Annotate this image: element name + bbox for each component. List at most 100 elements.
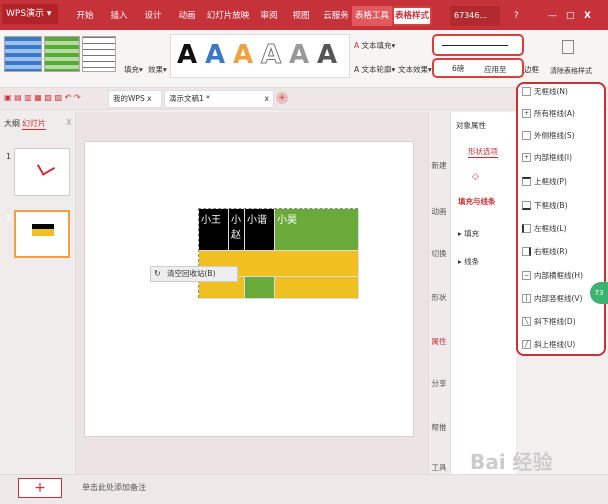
properties-title[interactable]: 对象属性 (456, 120, 486, 131)
text-fill-button[interactable]: A 文本填充▾ (354, 40, 395, 51)
tab-view[interactable]: 视图 (286, 6, 316, 26)
menu-item-outside-borders[interactable]: 外侧框线(S) (520, 126, 604, 146)
recycle-icon: ↻ (154, 269, 161, 278)
menu-item-all-borders[interactable]: + 所有框线(A) (520, 104, 604, 124)
wordart-blue[interactable]: A (200, 36, 230, 74)
fill-and-line-label[interactable]: 填充与线条 (458, 196, 496, 207)
wordart-outline[interactable]: A (256, 36, 286, 74)
context-menu-item[interactable]: ↻ 清空回收站(B) (150, 266, 238, 282)
menu-item-inside-borders[interactable]: + 内部框线(I) (520, 148, 604, 168)
effect-label: 效果 (148, 65, 163, 74)
quick-access-toolbar[interactable]: ▣ ▤ ▥ ▦ ▧ ▨ ↶ ↷ (4, 93, 104, 105)
my-wps-label: 我的WPS (113, 94, 145, 103)
menu-item-label: 无框线(N) (534, 87, 568, 96)
border-button[interactable]: 边框 (524, 64, 539, 75)
close-icon[interactable]: x (147, 94, 151, 103)
app-menu-button[interactable]: WPS演示 ▾ (2, 4, 58, 24)
clear-style-icon (562, 40, 574, 54)
maximize-button[interactable]: □ (566, 6, 580, 26)
table-cell[interactable] (275, 277, 359, 299)
right-border-icon (522, 247, 531, 256)
table-header-cell[interactable]: 小王 (199, 209, 229, 251)
clear-style-button[interactable]: 清除表格样式 (550, 66, 592, 76)
table-style-blue[interactable] (4, 36, 42, 72)
tab-table-tools[interactable]: 表格工具 (352, 6, 392, 26)
watermark: Bai 经验 (470, 450, 553, 474)
tab-table-style[interactable]: 表格样式 (392, 6, 432, 26)
help-button[interactable]: ? (514, 6, 528, 26)
line-width-select[interactable]: 6磅 (432, 58, 524, 78)
tab-outline[interactable]: 大纲 (4, 118, 20, 129)
menu-item-diagonal-up[interactable]: ╱ 斜上框线(U) (520, 335, 604, 355)
fill-button[interactable]: 填充▾ (124, 64, 143, 75)
close-icon[interactable]: X (66, 118, 71, 127)
menu-item-bottom-border[interactable]: 下框线(B) (520, 196, 604, 216)
menu-item-label: 斜上框线(U) (534, 340, 576, 349)
notes-placeholder[interactable]: 单击此处添加备注 (82, 482, 146, 493)
tab-presentation[interactable]: 演示文稿1 * x (164, 90, 274, 108)
table-header-cell[interactable]: 小谐 (245, 209, 275, 251)
tab-design[interactable]: 设计 (138, 6, 168, 26)
wordart-gray[interactable]: A (284, 36, 314, 74)
tab-slideshow[interactable]: 幻灯片放映 (204, 6, 252, 26)
table-style-plain[interactable] (82, 36, 116, 72)
tool-transition[interactable]: 切换 (430, 248, 448, 259)
tab-animation[interactable]: 动画 (172, 6, 202, 26)
close-button[interactable]: X (584, 6, 602, 26)
table-cell[interactable] (245, 277, 275, 299)
table[interactable]: 小王 小赵 小谐 小昊 (198, 208, 359, 299)
menu-item-left-border[interactable]: 左框线(L) (520, 219, 604, 239)
add-slide-button[interactable]: + (18, 478, 62, 498)
tab-review[interactable]: 审阅 (254, 6, 284, 26)
menu-item-label: 右框线(R) (534, 247, 568, 256)
tab-cloud[interactable]: 云服务 (318, 6, 354, 26)
menu-item-inside-horizontal[interactable]: − 内部横框线(H) (520, 266, 604, 286)
floating-badge[interactable]: 73 (590, 282, 608, 304)
table-header-cell[interactable]: 小赵 (229, 209, 245, 251)
tool-recommend[interactable]: 帮推 (430, 422, 448, 433)
line-section[interactable]: ▸ 线条 (458, 256, 479, 267)
wordart-orange[interactable]: A (228, 36, 258, 74)
effect-button[interactable]: 效果▾ (148, 64, 167, 75)
inside-borders-icon: + (522, 153, 531, 162)
text-effect-button[interactable]: 文本效果▾ (398, 64, 432, 75)
new-tab-button[interactable]: + (276, 92, 288, 104)
diagonal-up-icon: ╱ (522, 340, 531, 349)
tool-animation[interactable]: 动画 (430, 206, 448, 217)
account-button[interactable]: 67346... (450, 6, 500, 26)
menu-item-no-border[interactable]: 无框线(N) (520, 82, 604, 102)
tab-shape-options[interactable]: 形状选项 (468, 146, 498, 158)
line-section-label: 线条 (464, 257, 480, 266)
close-icon[interactable]: x (265, 91, 269, 107)
context-label: 清空回收站(B) (167, 269, 216, 278)
slide-thumbnail-1[interactable] (14, 148, 70, 196)
slide-thumbnail-2[interactable] (14, 210, 70, 258)
tab-home[interactable]: 开始 (70, 6, 100, 26)
tool-properties[interactable]: 属性 (430, 336, 448, 347)
table-preview (32, 224, 54, 236)
tool-tools[interactable]: 工具 (430, 462, 448, 473)
text-effect-label: 文本效果 (398, 65, 428, 74)
menu-item-label: 内部竖框线(V) (534, 294, 583, 303)
tool-share[interactable]: 分享 (430, 378, 448, 389)
minimize-button[interactable]: — (548, 6, 562, 26)
arrow-shape (36, 158, 56, 176)
text-outline-button[interactable]: A 文本轮廓▾ (354, 64, 395, 75)
menu-item-diagonal-down[interactable]: ╲ 斜下框线(D) (520, 312, 604, 332)
tab-insert[interactable]: 插入 (104, 6, 134, 26)
menu-item-label: 内部框线(I) (534, 153, 573, 162)
wordart-black[interactable]: A (172, 36, 202, 74)
tool-new[interactable]: 新建 (430, 160, 448, 171)
tab-slides[interactable]: 幻灯片 (22, 118, 46, 130)
fill-section[interactable]: ▸ 填充 (458, 228, 479, 239)
tab-my-wps[interactable]: 我的WPS x (108, 90, 162, 108)
wordart-dark[interactable]: A (312, 36, 342, 74)
menu-item-label: 内部横框线(H) (534, 271, 583, 280)
tool-shape[interactable]: 形状 (430, 292, 448, 303)
apply-to-button[interactable]: 应用至 (484, 64, 507, 75)
menu-item-right-border[interactable]: 右框线(R) (520, 242, 604, 262)
line-style-select[interactable] (432, 34, 524, 56)
table-style-green[interactable] (44, 36, 80, 72)
table-header-cell[interactable]: 小昊 (275, 209, 359, 251)
menu-item-top-border[interactable]: 上框线(P) (520, 172, 604, 192)
